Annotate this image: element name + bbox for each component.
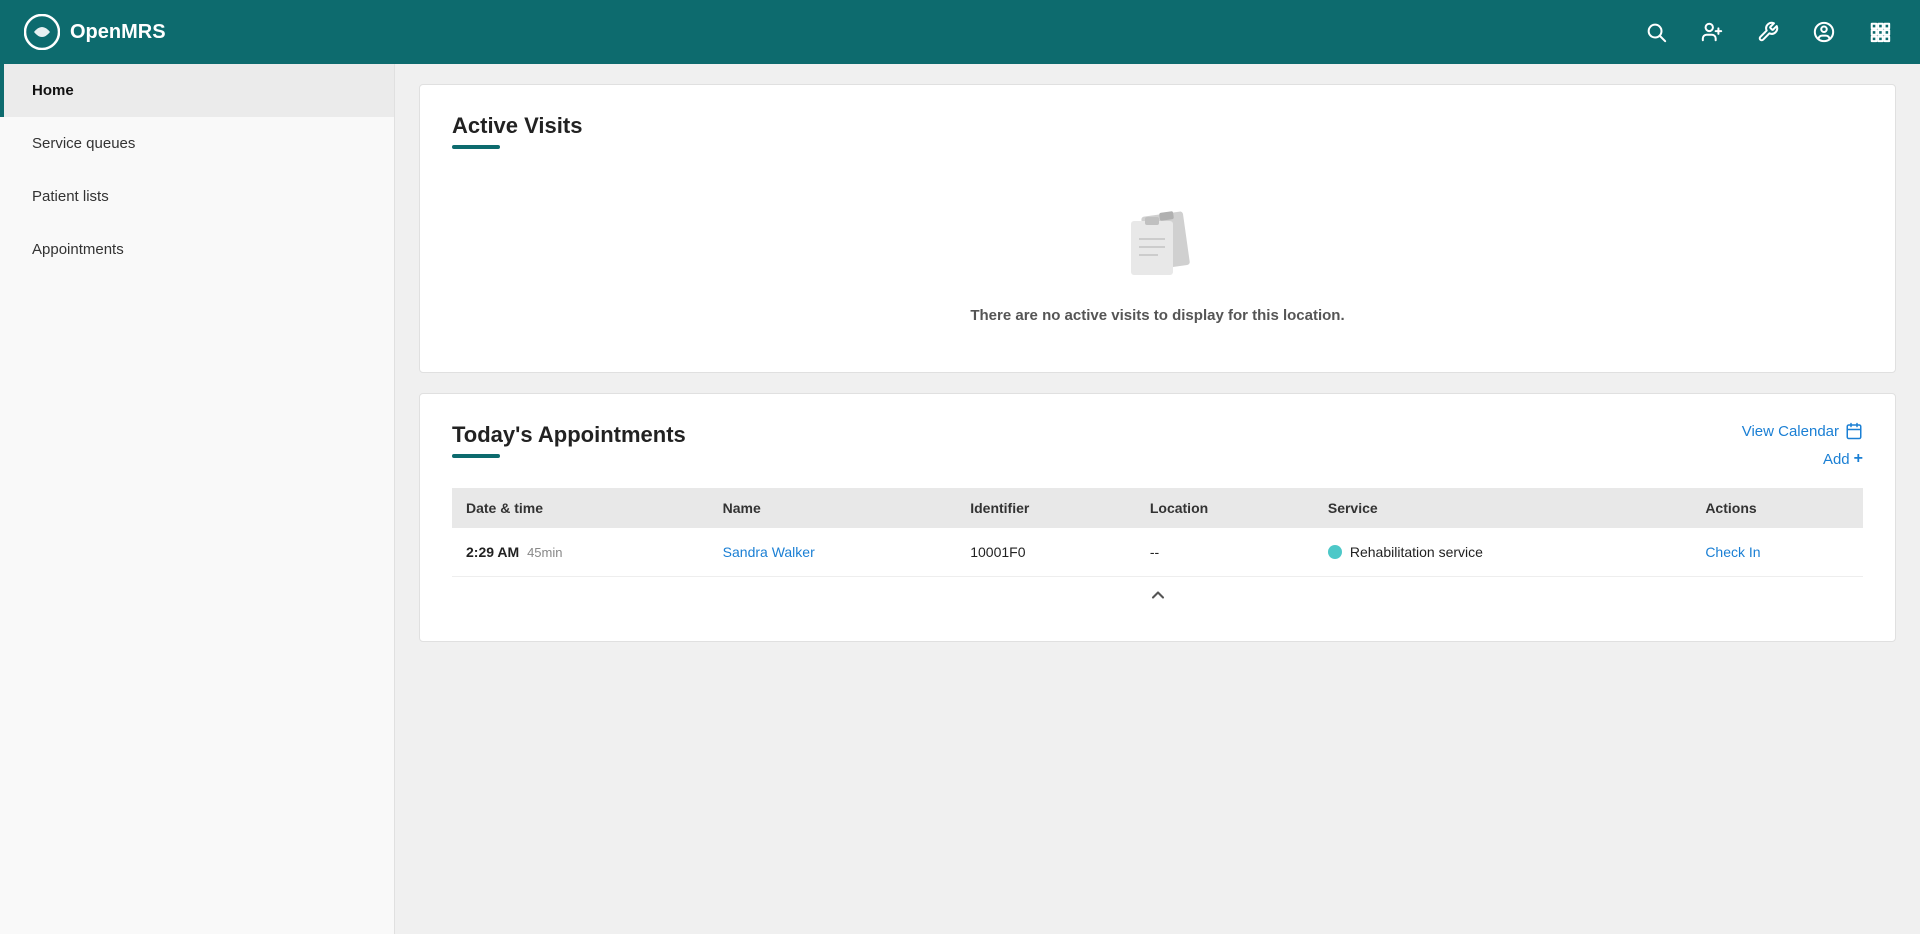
calendar-icon <box>1845 422 1863 440</box>
active-visits-empty-state: There are no active visits to display fo… <box>452 169 1863 344</box>
col-service: Service <box>1314 488 1691 528</box>
chevron-up-icon <box>1148 585 1168 605</box>
cell-service: Rehabilitation service <box>1314 528 1691 577</box>
profile-icon[interactable] <box>1808 16 1840 48</box>
cell-action: Check In <box>1691 528 1863 577</box>
cell-datetime: 2:29 AM 45min <box>452 528 709 577</box>
top-navigation: OpenMRS <box>0 0 1920 64</box>
appointments-underline <box>452 454 500 458</box>
app-name: OpenMRS <box>70 21 166 44</box>
main-content: Active Visits <box>395 64 1920 934</box>
active-visits-title: Active Visits <box>452 113 1863 139</box>
view-calendar-link[interactable]: View Calendar <box>1742 422 1863 440</box>
nav-icon-group <box>1640 16 1896 48</box>
active-visits-empty-text: There are no active visits to display fo… <box>970 307 1344 324</box>
plus-icon: + <box>1854 450 1863 468</box>
add-user-icon[interactable] <box>1696 16 1728 48</box>
app-logo: OpenMRS <box>24 14 166 50</box>
col-name: Name <box>709 488 957 528</box>
sidebar-item-appointments[interactable]: Appointments <box>0 223 394 276</box>
sidebar-item-service-queues[interactable]: Service queues <box>0 117 394 170</box>
table-header-row: Date & time Name Identifier Location Ser <box>452 488 1863 528</box>
settings-icon[interactable] <box>1752 16 1784 48</box>
col-identifier: Identifier <box>956 488 1136 528</box>
active-visits-underline <box>452 145 500 149</box>
check-in-link[interactable]: Check In <box>1705 544 1760 560</box>
appointments-title-section: Today's Appointments <box>452 422 686 478</box>
sidebar: Home Service queues Patient lists Appoin… <box>0 64 395 934</box>
service-dot-icon <box>1328 545 1342 559</box>
clipboard-illustration <box>1113 199 1203 289</box>
col-datetime: Date & time <box>452 488 709 528</box>
cell-identifier: 10001F0 <box>956 528 1136 577</box>
sidebar-item-home[interactable]: Home <box>0 64 394 117</box>
collapse-arrow[interactable] <box>452 577 1863 613</box>
appointments-action-links: View Calendar Add + <box>1742 422 1863 468</box>
cell-name: Sandra Walker <box>709 528 957 577</box>
search-icon[interactable] <box>1640 16 1672 48</box>
appointments-title: Today's Appointments <box>452 422 686 448</box>
logo-icon <box>24 14 60 50</box>
cell-location: -- <box>1136 528 1314 577</box>
grid-icon[interactable] <box>1864 16 1896 48</box>
add-appointment-link[interactable]: Add + <box>1823 450 1863 468</box>
appointments-table: Date & time Name Identifier Location Ser <box>452 488 1863 577</box>
appointments-header: Today's Appointments View Calendar <box>452 422 1863 478</box>
table-row: 2:29 AM 45min Sandra Walker 10001F0 -- <box>452 528 1863 577</box>
patient-name-link[interactable]: Sandra Walker <box>723 544 815 560</box>
active-visits-card: Active Visits <box>419 84 1896 373</box>
appointments-card: Today's Appointments View Calendar <box>419 393 1896 642</box>
sidebar-item-patient-lists[interactable]: Patient lists <box>0 170 394 223</box>
col-location: Location <box>1136 488 1314 528</box>
col-actions: Actions <box>1691 488 1863 528</box>
